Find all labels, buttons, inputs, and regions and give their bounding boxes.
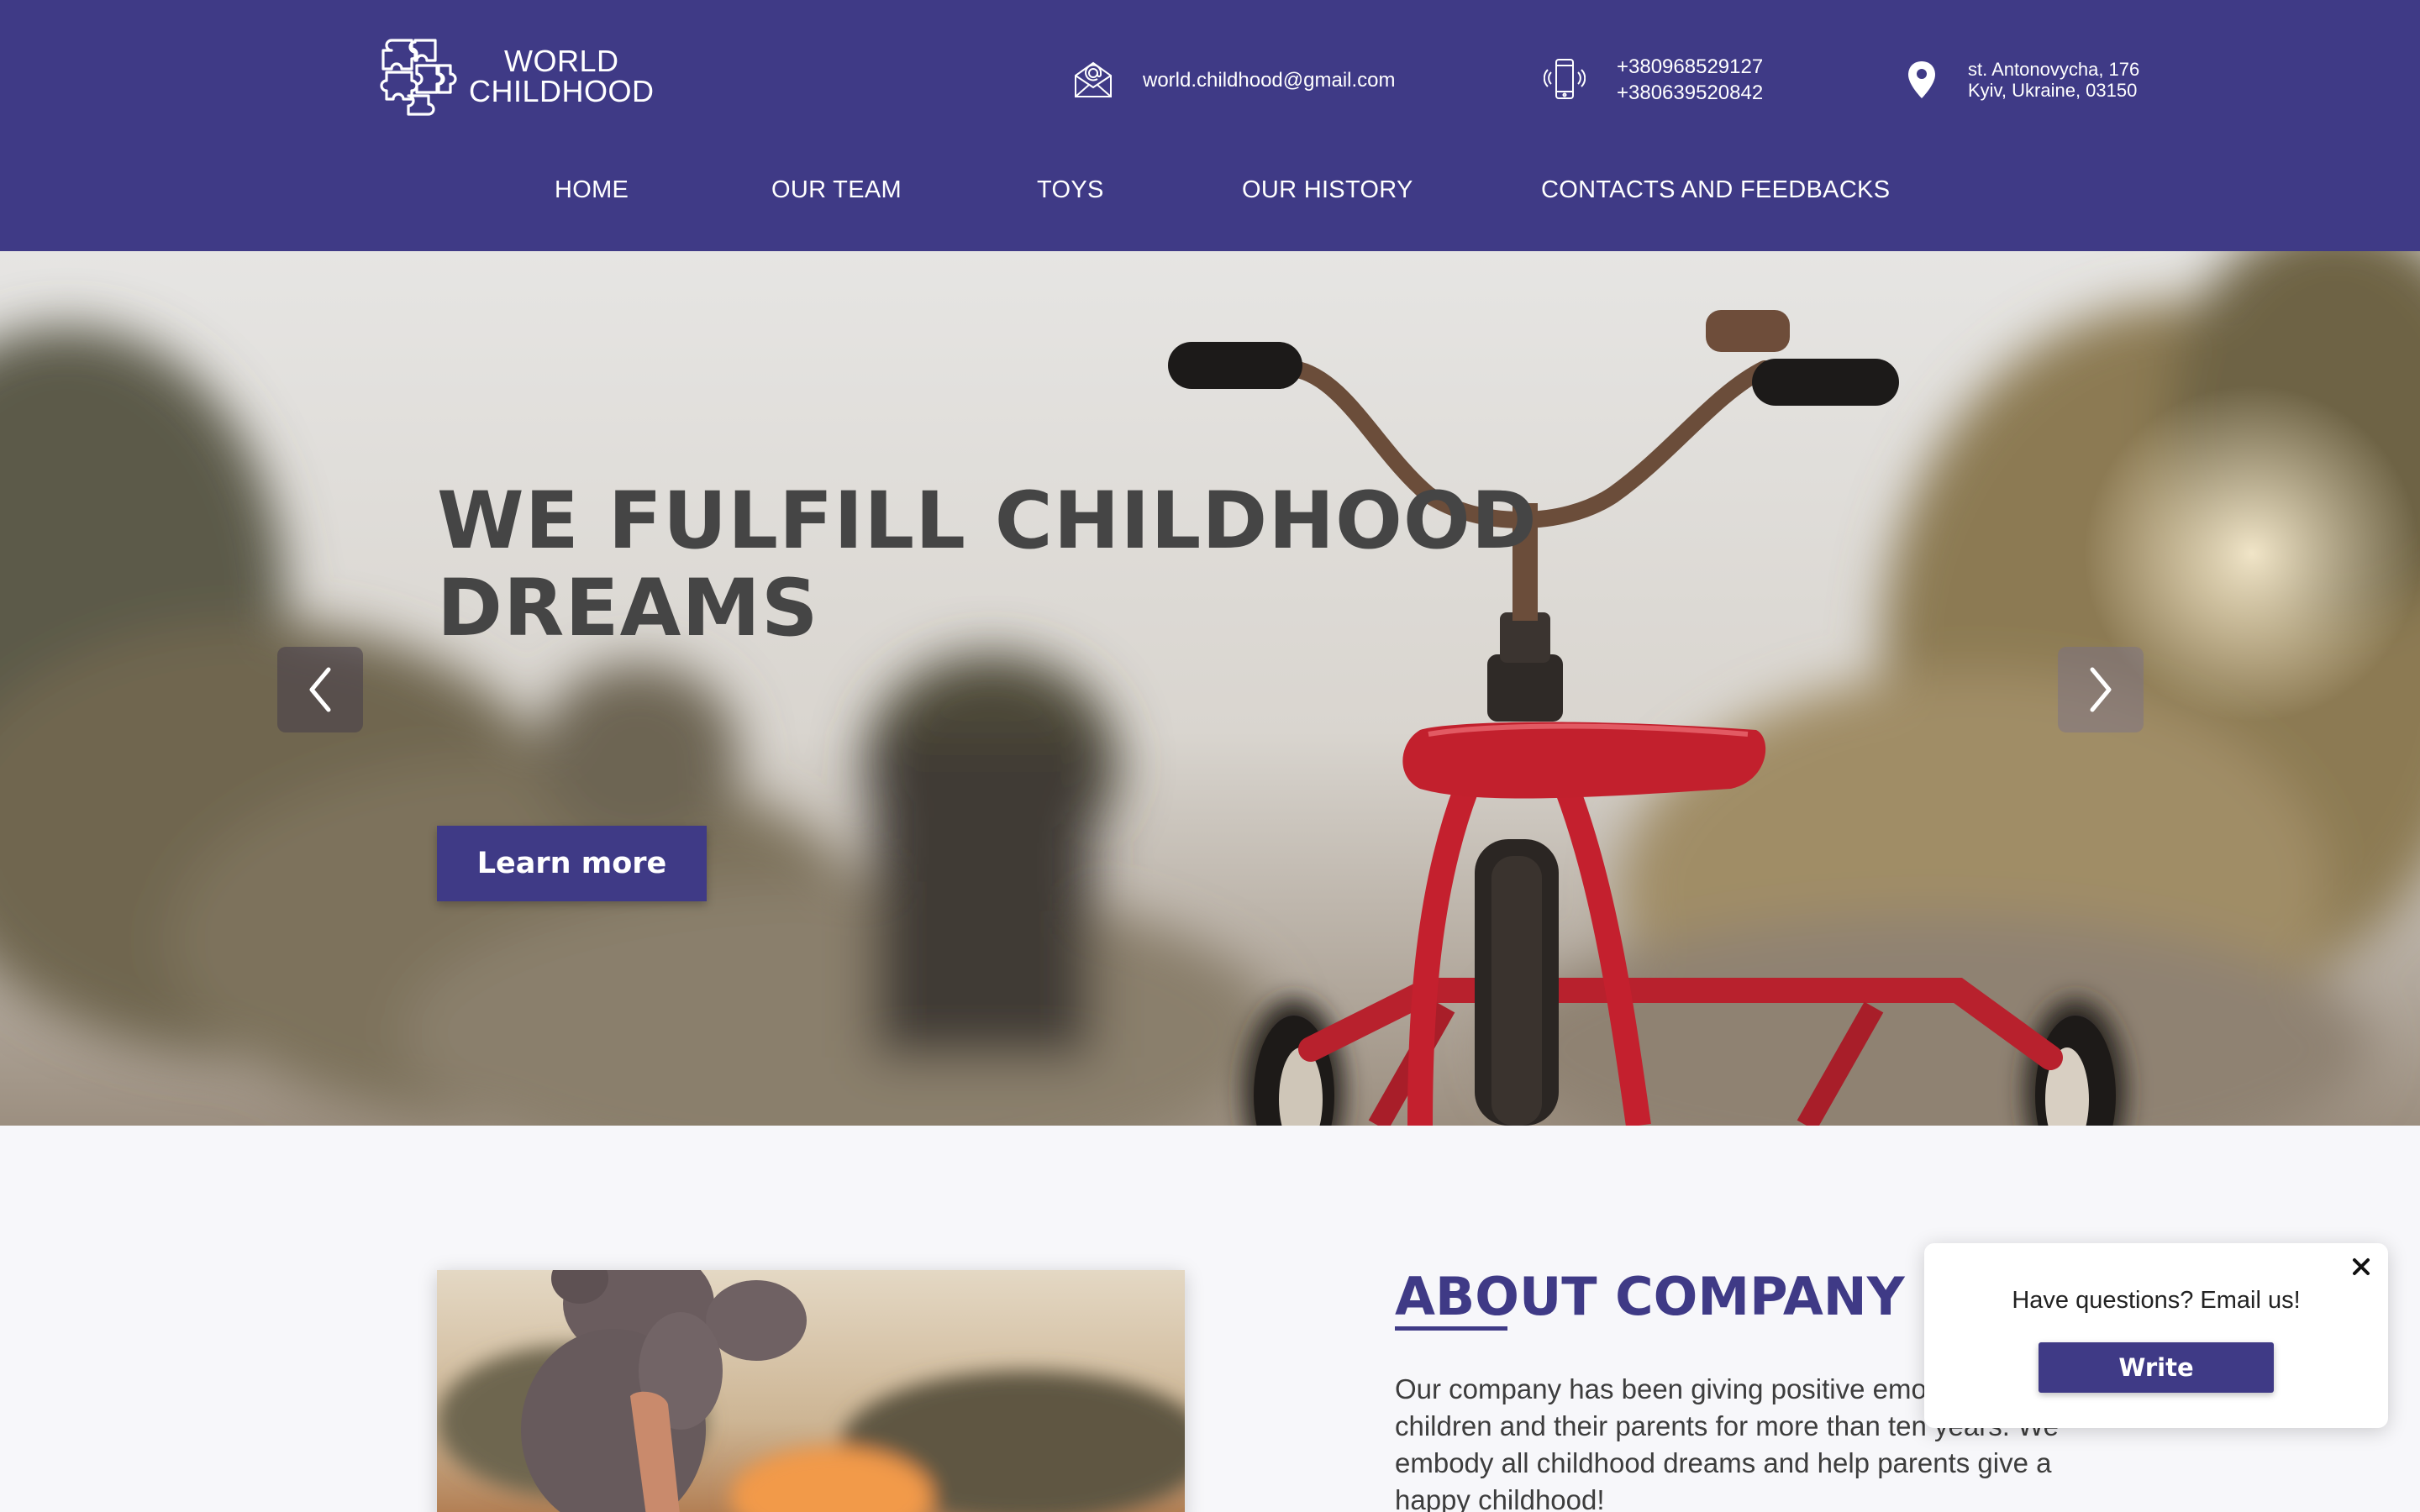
address-lines: st. Antonovycha, 176 Kyiv, Ukraine, 0315…	[1968, 59, 2139, 101]
hero-title-line-2: DREAMS	[437, 563, 819, 654]
nav-home[interactable]: HOME	[555, 173, 629, 207]
write-button[interactable]: Write	[2039, 1342, 2274, 1393]
hero-title: WE FULFILL CHILDHOOD DREAMS	[437, 478, 1538, 653]
nav-our-history[interactable]: OUR HISTORY	[1242, 173, 1413, 207]
about-heading-underline	[1395, 1326, 1507, 1331]
about-heading: ABOUT COMPANY	[1395, 1266, 1905, 1327]
envelope-icon	[1072, 59, 1114, 101]
nav-toys[interactable]: TOYS	[1037, 173, 1104, 207]
hero-title-line-1: WE FULFILL CHILDHOOD	[437, 475, 1538, 567]
brand-line-2: CHILDHOOD	[469, 74, 655, 108]
email-address: world.childhood@gmail.com	[1143, 68, 1396, 92]
brand-line-1: WORLD	[504, 44, 619, 78]
address-line-1: st. Antonovycha, 176	[1968, 59, 2140, 80]
phone-numbers: +380968529127 +380639520842	[1617, 54, 1763, 106]
nav-our-team[interactable]: OUR TEAM	[771, 173, 902, 207]
address-line-2: Kyiv, Ukraine, 03150	[1968, 80, 2138, 101]
location-pin-icon	[1906, 59, 1938, 101]
brand-name: WORLD CHILDHOOD	[469, 46, 655, 107]
email-us-popup: Have questions? Email us! Write	[1924, 1243, 2388, 1428]
hero-slider: WE FULFILL CHILDHOOD DREAMS Learn more	[0, 251, 2420, 1126]
slider-prev-button[interactable]	[277, 647, 363, 732]
slider-next-button[interactable]	[2058, 647, 2144, 732]
phone-number-1: +380968529127	[1617, 55, 1764, 78]
puzzle-logo-icon	[380, 39, 457, 116]
header-email[interactable]: world.childhood@gmail.com	[1072, 59, 1396, 101]
header-phone[interactable]: +380968529127 +380639520842	[1543, 54, 1763, 106]
phone-icon	[1543, 57, 1586, 102]
popup-message: Have questions? Email us!	[2012, 1287, 2301, 1314]
site-header: WORLD CHILDHOOD world.childhood@gmail.co…	[0, 0, 2420, 251]
chevron-left-icon	[309, 667, 331, 712]
learn-more-button[interactable]: Learn more	[437, 826, 707, 901]
header-address[interactable]: st. Antonovycha, 176 Kyiv, Ukraine, 0315…	[1906, 59, 2139, 101]
phone-number-2: +380639520842	[1617, 81, 1764, 104]
close-icon[interactable]	[2346, 1252, 2376, 1282]
nav-contacts-and-feedbacks[interactable]: CONTACTS AND FEEDBACKS	[1541, 173, 1890, 207]
about-teddy-bear-image	[437, 1270, 1185, 1512]
logo[interactable]: WORLD CHILDHOOD	[375, 32, 655, 121]
main-nav: HOME OUR TEAM TOYS OUR HISTORY CONTACTS …	[0, 173, 2420, 207]
chevron-right-icon	[2090, 667, 2112, 712]
hero-tricycle-image	[0, 251, 2420, 1126]
